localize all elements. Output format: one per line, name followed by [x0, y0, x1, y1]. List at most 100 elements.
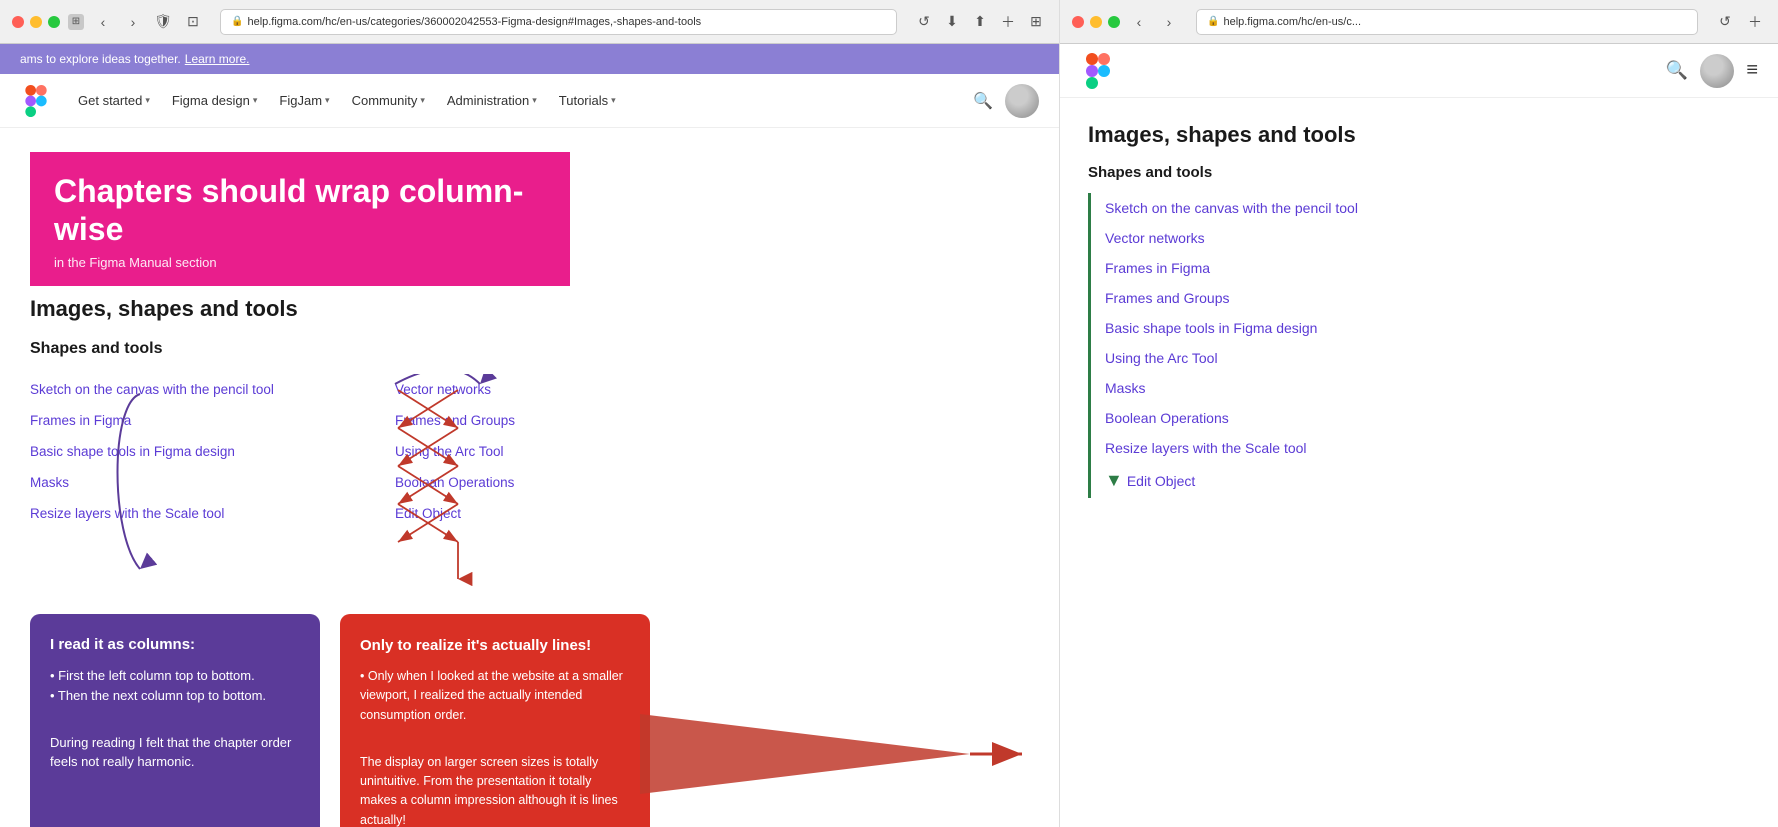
annotation-title-subtext: in the Figma Manual section — [54, 255, 546, 270]
right-url-text: help.figma.com/hc/en-us/c... — [1223, 16, 1361, 28]
right-forward-button[interactable]: › — [1158, 11, 1180, 33]
annotation-red-body: The display on larger screen sizes is to… — [360, 753, 630, 827]
new-tab-button[interactable]: ＋ — [997, 11, 1019, 33]
right-minimize-button[interactable] — [1090, 16, 1102, 28]
share-button[interactable]: ⬆ — [969, 11, 991, 33]
annotation-purple-heading: I read it as columns: — [50, 634, 300, 657]
shield-icon: 🛡 — [152, 11, 174, 33]
toc-arc[interactable]: Using the Arc Tool — [1105, 343, 1750, 373]
right-navbar: 🔍 ≡ — [1060, 44, 1778, 98]
nav-figma-design[interactable]: Figma design ▾ — [162, 87, 268, 114]
reader-button[interactable]: ⊡ — [182, 11, 204, 33]
left-browser-window: ⊞ ‹ › 🛡 ⊡ 🔒 help.figma.com/hc/en-us/cate… — [0, 0, 1060, 827]
page-title: Images, shapes and tools — [30, 296, 1029, 322]
chevron-down-icon: ▾ — [420, 95, 425, 106]
minimize-button[interactable] — [30, 16, 42, 28]
reload-button[interactable]: ↺ — [913, 11, 935, 33]
right-figma-logo[interactable] — [1080, 53, 1116, 89]
forward-button[interactable]: › — [122, 11, 144, 33]
back-button[interactable]: ‹ — [92, 11, 114, 33]
chevron-down-icon: ▾ — [532, 95, 537, 106]
chevron-down-icon: ▾ — [253, 95, 258, 106]
toc-basic-shapes[interactable]: Basic shape tools in Figma design — [1105, 313, 1750, 343]
figma-logo[interactable] — [20, 85, 52, 117]
annotation-red-box: Only to realize it's actually lines! • O… — [340, 614, 650, 827]
grid-button[interactable]: ⊞ — [1025, 11, 1047, 33]
nav-get-started[interactable]: Get started ▾ — [68, 87, 160, 114]
right-table-of-contents: Sketch on the canvas with the pencil too… — [1088, 193, 1750, 498]
annotation-purple-box: I read it as columns: • First the left c… — [30, 614, 320, 827]
link-boolean[interactable]: Boolean Operations — [395, 467, 730, 498]
link-vector[interactable]: Vector networks — [395, 374, 730, 405]
annotation-purple-body: During reading I felt that the chapter o… — [50, 733, 300, 772]
right-close-button[interactable] — [1072, 16, 1084, 28]
link-pencil[interactable]: Sketch on the canvas with the pencil too… — [30, 374, 365, 405]
right-maximize-button[interactable] — [1108, 16, 1120, 28]
right-traffic-lights — [1072, 16, 1120, 28]
annotation-title-heading: Chapters should wrap column-wise — [54, 172, 546, 249]
maximize-button[interactable] — [48, 16, 60, 28]
green-down-arrow-icon: ▼ — [1105, 470, 1123, 491]
download-button[interactable]: ⬇ — [941, 11, 963, 33]
link-edit-object[interactable]: Edit Object — [395, 498, 730, 529]
main-content: Chapters should wrap column-wise in the … — [0, 128, 1059, 827]
section-title: Shapes and tools — [30, 340, 1029, 358]
toc-frames-groups[interactable]: Frames and Groups — [1105, 283, 1750, 313]
close-button[interactable] — [12, 16, 24, 28]
nav-items: Get started ▾ Figma design ▾ FigJam ▾ Co… — [68, 87, 973, 114]
link-scale[interactable]: Resize layers with the Scale tool — [30, 498, 365, 529]
title-annotation: Chapters should wrap column-wise in the … — [30, 152, 570, 286]
right-new-tab-button[interactable]: ＋ — [1744, 11, 1766, 33]
right-section-title: Shapes and tools — [1088, 164, 1750, 181]
chevron-down-icon: ▾ — [145, 95, 150, 106]
toc-frames[interactable]: Frames in Figma — [1105, 253, 1750, 283]
toc-boolean[interactable]: Boolean Operations — [1105, 403, 1750, 433]
banner-learn-more-link[interactable]: Learn more. — [185, 52, 250, 66]
toc-pencil[interactable]: Sketch on the canvas with the pencil too… — [1105, 193, 1750, 223]
titlebar-actions: ↺ ⬇ ⬆ ＋ ⊞ — [913, 11, 1047, 33]
right-titlebar: ‹ › 🔒 help.figma.com/hc/en-us/c... ↺ ＋ — [1060, 0, 1778, 44]
promo-banner: ams to explore ideas together. Learn mor… — [0, 44, 1059, 74]
toc-vector[interactable]: Vector networks — [1105, 223, 1750, 253]
navbar-actions: 🔍 — [973, 84, 1039, 118]
links-column-1: Sketch on the canvas with the pencil too… — [30, 374, 365, 529]
toc-scale[interactable]: Resize layers with the Scale tool — [1105, 433, 1750, 463]
search-button[interactable]: 🔍 — [973, 91, 993, 111]
chevron-down-icon: ▾ — [611, 95, 616, 106]
sidebar-toggle-button[interactable]: ⊞ — [68, 14, 84, 30]
right-reload-button[interactable]: ↺ — [1714, 11, 1736, 33]
nav-tutorials[interactable]: Tutorials ▾ — [549, 87, 626, 114]
link-masks[interactable]: Masks — [30, 467, 365, 498]
toc-edit-object[interactable]: ▼ Edit Object — [1105, 463, 1750, 498]
nav-administration[interactable]: Administration ▾ — [437, 87, 547, 114]
traffic-lights — [12, 16, 60, 28]
navbar: Get started ▾ Figma design ▾ FigJam ▾ Co… — [0, 74, 1059, 128]
annotation-red-point1: • Only when I looked at the website at a… — [360, 667, 630, 725]
link-frames-groups[interactable]: Frames and Groups — [395, 405, 730, 436]
address-bar[interactable]: 🔒 help.figma.com/hc/en-us/categories/360… — [220, 9, 897, 35]
right-lock-icon: 🔒 — [1207, 16, 1219, 27]
banner-text: ams to explore ideas together. — [20, 52, 181, 66]
link-basic-shapes[interactable]: Basic shape tools in Figma design — [30, 436, 365, 467]
right-avatar[interactable] — [1700, 54, 1734, 88]
chevron-down-icon: ▾ — [325, 95, 330, 106]
right-address-bar[interactable]: 🔒 help.figma.com/hc/en-us/c... — [1196, 9, 1698, 35]
left-titlebar: ⊞ ‹ › 🛡 ⊡ 🔒 help.figma.com/hc/en-us/cate… — [0, 0, 1059, 44]
right-back-button[interactable]: ‹ — [1128, 11, 1150, 33]
link-arc[interactable]: Using the Arc Tool — [395, 436, 730, 467]
right-page-title: Images, shapes and tools — [1088, 122, 1750, 148]
toc-masks[interactable]: Masks — [1105, 373, 1750, 403]
annotation-purple-points: • First the left column top to bottom.• … — [50, 666, 300, 705]
nav-figjam[interactable]: FigJam ▾ — [269, 87, 339, 114]
avatar[interactable] — [1005, 84, 1039, 118]
right-navbar-actions: 🔍 ≡ — [1666, 54, 1758, 88]
link-frames[interactable]: Frames in Figma — [30, 405, 365, 436]
red-arrow-svg — [640, 714, 1030, 794]
lock-icon: 🔒 — [231, 16, 243, 27]
right-search-button[interactable]: 🔍 — [1666, 60, 1688, 81]
nav-community[interactable]: Community ▾ — [342, 87, 435, 114]
links-column-2: Vector networks Frames and Groups Using … — [395, 374, 730, 529]
annotation-red-heading: Only to realize it's actually lines! — [360, 634, 630, 657]
right-content: Images, shapes and tools Shapes and tool… — [1060, 98, 1778, 827]
hamburger-menu-button[interactable]: ≡ — [1746, 59, 1758, 82]
